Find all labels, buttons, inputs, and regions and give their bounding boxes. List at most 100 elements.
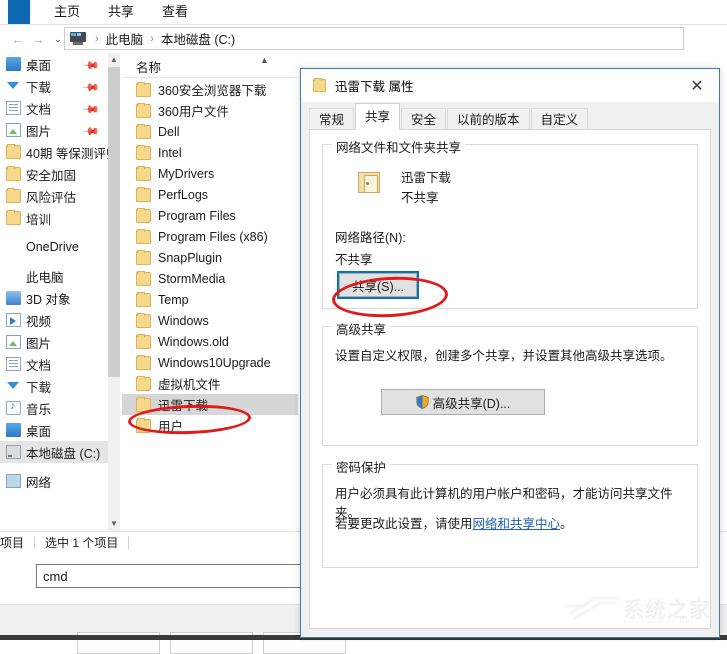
sidebar-item-videos[interactable]: 视频 bbox=[0, 309, 108, 331]
list-item[interactable]: PerfLogs bbox=[122, 184, 298, 205]
sidebar-item-label: 桌面 bbox=[26, 58, 52, 73]
list-item[interactable]: 360安全浏览器下载 bbox=[122, 79, 298, 100]
list-item[interactable]: Windows10Upgrade bbox=[122, 352, 298, 373]
sidebar-item-music[interactable]: 音乐 bbox=[0, 397, 108, 419]
run-command-input[interactable]: cmd bbox=[36, 564, 301, 588]
status-divider bbox=[128, 536, 130, 549]
desktop-icon bbox=[6, 423, 21, 437]
sidebar-item-label: 本地磁盘 (C:) bbox=[26, 446, 101, 461]
pin-icon[interactable]: 📌 bbox=[82, 122, 101, 141]
file-name: StormMedia bbox=[158, 271, 226, 286]
group-title-network-sharing: 网络文件和文件夹共享 bbox=[332, 137, 466, 156]
folder-icon bbox=[136, 270, 151, 286]
ribbon-tab-share[interactable]: 共享 bbox=[94, 0, 148, 24]
tab-sharing[interactable]: 共享 bbox=[355, 103, 401, 130]
sidebar-item-onedrive[interactable]: OneDrive bbox=[0, 236, 108, 258]
pin-icon[interactable]: 📌 bbox=[82, 100, 101, 119]
breadcrumb-this-pc[interactable]: 此电脑 bbox=[104, 29, 146, 48]
pictures-icon bbox=[6, 335, 21, 349]
list-item[interactable]: 用户 bbox=[122, 415, 298, 436]
network-icon bbox=[6, 474, 21, 488]
sharing-tab-page: 网络文件和文件夹共享 迅雷下载 不共享 网络路径(N): 不共享 共享(S)..… bbox=[309, 129, 711, 629]
sidebar-item-label: 下载 bbox=[26, 380, 52, 395]
advanced-sharing-button[interactable]: 高级共享(D)... bbox=[381, 389, 545, 415]
ribbon-tab-view[interactable]: 查看 bbox=[148, 0, 202, 24]
address-path-box[interactable]: › 此电脑 › 本地磁盘 (C:) bbox=[64, 27, 684, 50]
tab-customize[interactable]: 自定义 bbox=[530, 108, 589, 130]
sidebar-item-folder-3[interactable]: 风险评估 bbox=[0, 185, 108, 207]
folder-icon bbox=[6, 210, 21, 225]
list-item[interactable]: Program Files bbox=[122, 205, 298, 226]
file-list: 360安全浏览器下载 360用户文件 Dell Intel MyDrivers … bbox=[122, 79, 298, 531]
group-title-password-protection: 密码保护 bbox=[332, 457, 391, 476]
dialog-title-bar[interactable]: 迅雷下载 属性 ✕ bbox=[301, 69, 719, 102]
breadcrumb-local-disk[interactable]: 本地磁盘 (C:) bbox=[159, 29, 237, 48]
list-item[interactable]: Windows bbox=[122, 310, 298, 331]
folder-properties-dialog: 迅雷下载 属性 ✕ 常规 共享 安全 以前的版本 自定义 网络文件和文件夹共享 … bbox=[300, 68, 720, 638]
scrollbar-thumb[interactable] bbox=[108, 67, 120, 377]
scroll-up-icon[interactable]: ▲ bbox=[108, 53, 120, 67]
group-title-advanced-sharing: 高级共享 bbox=[332, 319, 391, 338]
sidebar-item-downloads[interactable]: 下载 📌 bbox=[0, 75, 108, 97]
sidebar-item-this-pc[interactable]: 此电脑 bbox=[0, 265, 108, 287]
file-name: Windows.old bbox=[158, 334, 229, 349]
network-sharing-center-link[interactable]: 网络和共享中心 bbox=[473, 517, 561, 531]
status-selection: 选中 1 个项目 bbox=[45, 536, 119, 550]
file-name: PerfLogs bbox=[158, 187, 209, 202]
pin-icon[interactable]: 📌 bbox=[82, 56, 101, 75]
list-item[interactable]: SnapPlugin bbox=[122, 247, 298, 268]
list-item[interactable]: Temp bbox=[122, 289, 298, 310]
list-item[interactable]: StormMedia bbox=[122, 268, 298, 289]
sidebar-item-folder-4[interactable]: 培训 bbox=[0, 207, 108, 229]
sidebar-item-desktop[interactable]: 桌面 📌 bbox=[0, 53, 108, 75]
sidebar-item-documents-2[interactable]: 文档 bbox=[0, 353, 108, 375]
list-item[interactable]: 虚拟机文件 bbox=[122, 373, 298, 394]
sidebar-item-downloads-2[interactable]: 下载 bbox=[0, 375, 108, 397]
tab-previous-versions[interactable]: 以前的版本 bbox=[447, 108, 530, 130]
list-item[interactable]: Dell bbox=[122, 121, 298, 142]
navigation-pane-scrollbar[interactable]: ▲ ▼ bbox=[108, 53, 120, 531]
tab-general[interactable]: 常规 bbox=[309, 108, 355, 130]
list-item[interactable]: MyDrivers bbox=[122, 163, 298, 184]
list-column-header[interactable]: 名称 ▲ bbox=[122, 53, 297, 77]
password-line2-prefix: 若要更改此设置，请使用 bbox=[335, 517, 473, 531]
sidebar-item-label: 图片 bbox=[26, 124, 52, 139]
sidebar-item-label: 桌面 bbox=[26, 424, 52, 439]
list-item[interactable]: Intel bbox=[122, 142, 298, 163]
sidebar-item-local-disk-c[interactable]: 本地磁盘 (C:) bbox=[0, 441, 108, 463]
shield-icon bbox=[416, 395, 429, 409]
sidebar-item-pictures[interactable]: 图片 📌 bbox=[0, 119, 108, 141]
sidebar-item-3d-objects[interactable]: 3D 对象 bbox=[0, 287, 108, 309]
sidebar-item-documents[interactable]: 文档 📌 bbox=[0, 97, 108, 119]
list-item-selected[interactable]: 迅雷下载 bbox=[122, 394, 298, 415]
list-item[interactable]: 360用户文件 bbox=[122, 100, 298, 121]
sidebar-item-desktop-2[interactable]: 桌面 bbox=[0, 419, 108, 441]
sidebar-item-pictures-2[interactable]: 图片 bbox=[0, 331, 108, 353]
share-button[interactable]: 共享(S)... bbox=[337, 271, 419, 299]
sidebar-item-folder-2[interactable]: 安全加固 bbox=[0, 163, 108, 185]
forward-icon[interactable]: → bbox=[28, 27, 48, 51]
tab-security[interactable]: 安全 bbox=[401, 108, 447, 130]
ribbon-tab-home[interactable]: 主页 bbox=[40, 0, 94, 24]
password-line2-suffix: 。 bbox=[560, 517, 573, 531]
file-menu-button[interactable] bbox=[8, 0, 30, 24]
folder-icon bbox=[6, 166, 21, 181]
network-path-label: 网络路径(N): bbox=[335, 231, 406, 245]
back-icon[interactable]: ← bbox=[8, 27, 28, 51]
sidebar-item-label: 此电脑 bbox=[26, 270, 64, 285]
sidebar-item-network[interactable]: 网络 bbox=[0, 470, 108, 492]
column-header-name[interactable]: 名称 bbox=[136, 57, 161, 76]
file-name: Program Files bbox=[158, 208, 236, 223]
sidebar-item-folder-1[interactable]: 40期 等保测评师 bbox=[0, 141, 108, 163]
sidebar-item-label: 风险评估 bbox=[26, 190, 77, 205]
file-name: SnapPlugin bbox=[158, 250, 222, 265]
shared-folder-state: 不共享 bbox=[401, 191, 439, 205]
close-icon[interactable]: ✕ bbox=[675, 69, 719, 102]
scroll-down-icon[interactable]: ▼ bbox=[108, 517, 120, 531]
pin-icon[interactable]: 📌 bbox=[82, 78, 101, 97]
list-item[interactable]: Program Files (x86) bbox=[122, 226, 298, 247]
list-item[interactable]: Windows.old bbox=[122, 331, 298, 352]
onedrive-icon bbox=[6, 240, 21, 254]
